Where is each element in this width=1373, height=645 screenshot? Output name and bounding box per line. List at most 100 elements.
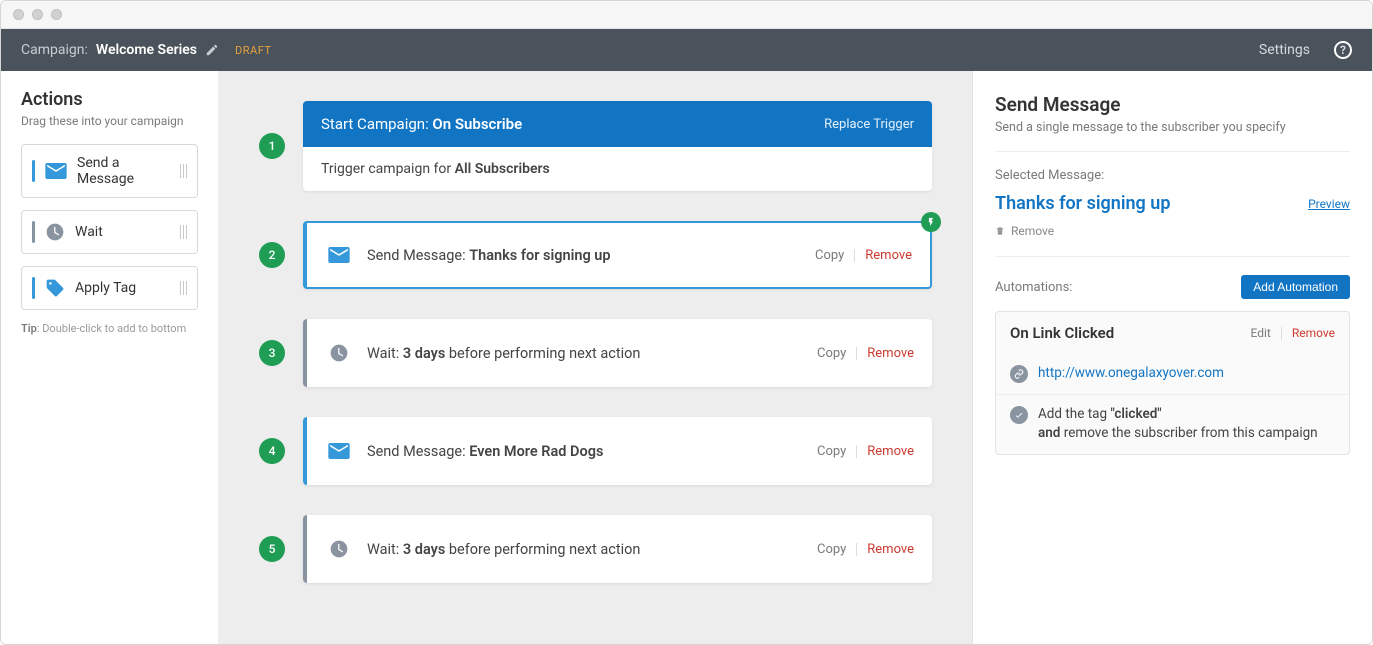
step-number: 2 xyxy=(259,242,285,268)
check-icon xyxy=(1010,406,1028,424)
selected-message-name[interactable]: Thanks for signing up xyxy=(995,193,1170,214)
settings-link[interactable]: Settings xyxy=(1259,42,1310,58)
step-number: 1 xyxy=(259,133,285,159)
sidebar-tip: Tip: Double-click to add to bottom xyxy=(21,322,198,335)
automation-url-link[interactable]: http://www.onegalaxyover.com xyxy=(1038,365,1224,381)
trash-icon xyxy=(995,225,1005,237)
icon-wrap xyxy=(325,535,353,563)
sidebar-subtitle: Drag these into your campaign xyxy=(21,114,198,128)
action-accent xyxy=(32,160,35,182)
card-actions: Copy Remove xyxy=(817,444,914,459)
campaign-label: Campaign: xyxy=(21,42,88,58)
step-number: 5 xyxy=(259,536,285,562)
action-apply-tag[interactable]: Apply Tag xyxy=(21,266,198,310)
campaign-name: Welcome Series xyxy=(96,42,197,58)
content: Actions Drag these into your campaign Se… xyxy=(1,71,1372,644)
step-item: 5 Wait: 3 days before performing next ac… xyxy=(259,515,932,583)
status-badge: DRAFT xyxy=(235,44,271,57)
step-number: 3 xyxy=(259,340,285,366)
card-actions: Copy Remove xyxy=(817,542,914,557)
trigger-card[interactable]: Start Campaign: On Subscribe Replace Tri… xyxy=(303,101,932,191)
remove-link[interactable]: Remove xyxy=(865,248,912,263)
step-label: Wait: 3 days before performing next acti… xyxy=(367,345,817,362)
copy-link[interactable]: Copy xyxy=(817,542,846,557)
icon-wrap xyxy=(325,241,353,269)
step-card-message[interactable]: Send Message: Even More Rad Dogs Copy Re… xyxy=(303,417,932,485)
trigger-title: Start Campaign: On Subscribe xyxy=(321,115,522,133)
link-icon xyxy=(1010,365,1028,383)
window-titlebar xyxy=(1,1,1372,29)
automation-card: On Link Clicked Edit Remove http://www.o… xyxy=(995,311,1350,455)
copy-link[interactable]: Copy xyxy=(817,346,846,361)
tag-icon xyxy=(45,278,65,298)
step-label: Wait: 3 days before performing next acti… xyxy=(367,541,817,558)
step-trigger: 1 Start Campaign: On Subscribe Replace T… xyxy=(259,101,932,191)
campaign-canvas: 1 Start Campaign: On Subscribe Replace T… xyxy=(219,71,972,644)
remove-link[interactable]: Remove xyxy=(867,444,914,459)
step-card-message[interactable]: Send Message: Thanks for signing up Copy… xyxy=(303,221,932,289)
action-card-content: Send Message: Thanks for signing up Copy… xyxy=(303,221,932,289)
remove-link[interactable]: Remove xyxy=(867,542,914,557)
automations-header: Automations: Add Automation xyxy=(995,275,1350,299)
toolbar-left: Campaign: Welcome Series DRAFT xyxy=(21,42,1259,58)
automation-badge xyxy=(921,212,941,232)
selected-message-row: Thanks for signing up Preview xyxy=(995,193,1350,214)
automation-card-actions: Edit Remove xyxy=(1251,326,1335,340)
app-window: Campaign: Welcome Series DRAFT Settings … xyxy=(0,0,1373,645)
window-close-dot[interactable] xyxy=(13,9,24,20)
step-card-wait[interactable]: Wait: 3 days before performing next acti… xyxy=(303,319,932,387)
edit-campaign-icon[interactable] xyxy=(205,43,219,57)
drag-grip-icon xyxy=(180,164,188,178)
envelope-icon xyxy=(328,247,350,263)
action-wait[interactable]: Wait xyxy=(21,210,198,254)
copy-link[interactable]: Copy xyxy=(815,248,844,263)
remove-link[interactable]: Remove xyxy=(867,346,914,361)
action-card-content: Send Message: Even More Rad Dogs Copy Re… xyxy=(303,417,932,485)
card-actions: Copy Remove xyxy=(817,346,914,361)
automation-title: On Link Clicked xyxy=(1010,324,1114,342)
step-label: Send Message: Thanks for signing up xyxy=(367,247,815,264)
trigger-header: Start Campaign: On Subscribe Replace Tri… xyxy=(303,101,932,147)
step-card-wait[interactable]: Wait: 3 days before performing next acti… xyxy=(303,515,932,583)
sidebar: Actions Drag these into your campaign Se… xyxy=(1,71,219,644)
step-item: 2 Send Message: Thanks for signing up Co… xyxy=(259,221,932,289)
divider xyxy=(856,347,857,360)
automation-action-text: Add the tag "clicked"and remove the subs… xyxy=(1038,405,1318,444)
automation-url-row: http://www.onegalaxyover.com xyxy=(996,354,1349,394)
preview-link[interactable]: Preview xyxy=(1308,197,1350,211)
step-label: Send Message: Even More Rad Dogs xyxy=(367,443,817,460)
add-automation-button[interactable]: Add Automation xyxy=(1241,275,1350,299)
panel-title: Send Message xyxy=(995,93,1350,116)
action-accent xyxy=(32,221,35,243)
remove-message-link[interactable]: Remove xyxy=(995,224,1350,257)
envelope-icon xyxy=(328,443,350,459)
window-min-dot[interactable] xyxy=(32,9,43,20)
envelope-icon xyxy=(45,163,67,179)
automation-action-row: Add the tag "clicked"and remove the subs… xyxy=(996,394,1349,454)
action-label: Send a Message xyxy=(77,155,170,187)
automation-url-text: http://www.onegalaxyover.com xyxy=(1038,364,1224,384)
trigger-body: Trigger campaign for All Subscribers xyxy=(303,147,932,191)
copy-link[interactable]: Copy xyxy=(817,444,846,459)
step-item: 4 Send Message: Even More Rad Dogs Copy … xyxy=(259,417,932,485)
divider xyxy=(856,543,857,556)
right-panel: Send Message Send a single message to th… xyxy=(972,71,1372,644)
action-card-content: Wait: 3 days before performing next acti… xyxy=(303,515,932,583)
divider xyxy=(856,445,857,458)
panel-subtitle: Send a single message to the subscriber … xyxy=(995,120,1350,152)
automation-card-header: On Link Clicked Edit Remove xyxy=(996,312,1349,354)
window-max-dot[interactable] xyxy=(51,9,62,20)
help-icon[interactable]: ? xyxy=(1334,41,1352,59)
edit-automation-link[interactable]: Edit xyxy=(1251,326,1271,340)
clock-icon xyxy=(329,343,349,363)
action-send-message[interactable]: Send a Message xyxy=(21,144,198,198)
icon-wrap xyxy=(325,339,353,367)
replace-trigger-link[interactable]: Replace Trigger xyxy=(824,117,914,132)
action-label: Apply Tag xyxy=(75,280,170,296)
remove-automation-link[interactable]: Remove xyxy=(1292,326,1335,340)
clock-icon xyxy=(45,222,65,242)
step-number: 4 xyxy=(259,438,285,464)
divider xyxy=(1281,327,1282,340)
sidebar-title: Actions xyxy=(21,89,198,110)
toolbar: Campaign: Welcome Series DRAFT Settings … xyxy=(1,29,1372,71)
